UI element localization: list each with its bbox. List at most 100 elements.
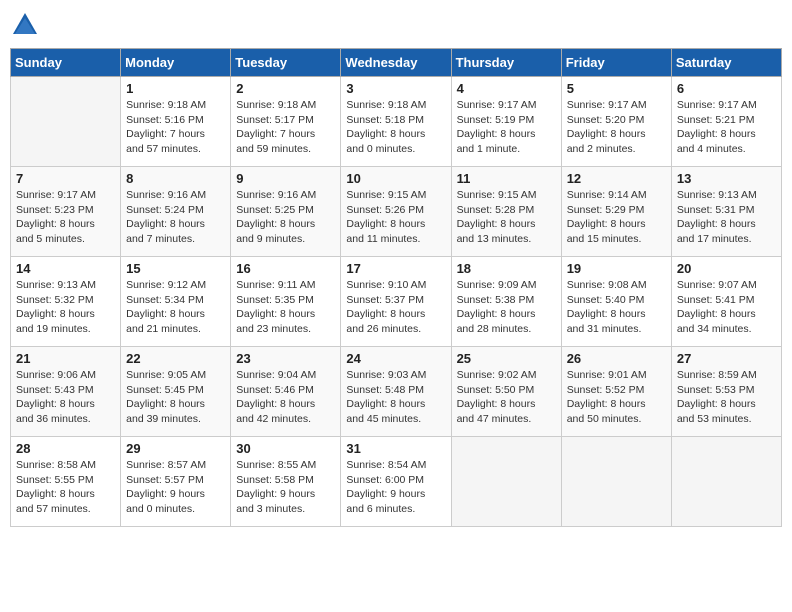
day-info: Sunrise: 8:57 AMSunset: 5:57 PMDaylight:… — [126, 458, 225, 517]
logo-icon — [10, 10, 40, 40]
day-number: 8 — [126, 171, 225, 186]
day-cell: 15 Sunrise: 9:12 AMSunset: 5:34 PMDayligh… — [121, 257, 231, 347]
day-cell: 1 Sunrise: 9:18 AMSunset: 5:16 PMDaylight… — [121, 77, 231, 167]
day-cell: 10 Sunrise: 9:15 AMSunset: 5:26 PMDayligh… — [341, 167, 451, 257]
day-info: Sunrise: 8:58 AMSunset: 5:55 PMDaylight:… — [16, 458, 115, 517]
day-number: 31 — [346, 441, 445, 456]
day-info: Sunrise: 9:12 AMSunset: 5:34 PMDaylight:… — [126, 278, 225, 337]
header-row: SundayMondayTuesdayWednesdayThursdayFrid… — [11, 49, 782, 77]
day-cell — [561, 437, 671, 527]
day-cell: 27 Sunrise: 8:59 AMSunset: 5:53 PMDayligh… — [671, 347, 781, 437]
day-number: 15 — [126, 261, 225, 276]
day-cell: 30 Sunrise: 8:55 AMSunset: 5:58 PMDayligh… — [231, 437, 341, 527]
day-cell: 28Sunrise: 8:58 AMSunset: 5:55 PMDayligh… — [11, 437, 121, 527]
day-info: Sunrise: 9:11 AMSunset: 5:35 PMDaylight:… — [236, 278, 335, 337]
day-info: Sunrise: 8:54 AMSunset: 6:00 PMDaylight:… — [346, 458, 445, 517]
day-info: Sunrise: 9:18 AMSunset: 5:17 PMDaylight:… — [236, 98, 335, 157]
day-cell — [11, 77, 121, 167]
day-info: Sunrise: 8:59 AMSunset: 5:53 PMDaylight:… — [677, 368, 776, 427]
day-info: Sunrise: 9:07 AMSunset: 5:41 PMDaylight:… — [677, 278, 776, 337]
day-info: Sunrise: 9:09 AMSunset: 5:38 PMDaylight:… — [457, 278, 556, 337]
day-cell: 4 Sunrise: 9:17 AMSunset: 5:19 PMDaylight… — [451, 77, 561, 167]
day-number: 29 — [126, 441, 225, 456]
day-info: Sunrise: 9:15 AMSunset: 5:28 PMDaylight:… — [457, 188, 556, 247]
day-cell: 23Sunrise: 9:04 AMSunset: 5:46 PMDayligh… — [231, 347, 341, 437]
day-cell — [671, 437, 781, 527]
day-number: 24 — [346, 351, 445, 366]
day-number: 25 — [457, 351, 556, 366]
day-cell: 26Sunrise: 9:01 AMSunset: 5:52 PMDayligh… — [561, 347, 671, 437]
day-number: 4 — [457, 81, 556, 96]
day-cell: 21 Sunrise: 9:06 AMSunset: 5:43 PMDayligh… — [11, 347, 121, 437]
day-info: Sunrise: 9:03 AMSunset: 5:48 PMDaylight:… — [346, 368, 445, 427]
day-info: Sunrise: 9:02 AMSunset: 5:50 PMDaylight:… — [457, 368, 556, 427]
day-number: 13 — [677, 171, 776, 186]
week-row-1: 1 Sunrise: 9:18 AMSunset: 5:16 PMDaylight… — [11, 77, 782, 167]
day-cell: 20 Sunrise: 9:07 AMSunset: 5:41 PMDayligh… — [671, 257, 781, 347]
day-number: 27 — [677, 351, 776, 366]
day-info: Sunrise: 9:17 AMSunset: 5:19 PMDaylight:… — [457, 98, 556, 157]
day-cell: 19 Sunrise: 9:08 AMSunset: 5:40 PMDayligh… — [561, 257, 671, 347]
day-number: 22 — [126, 351, 225, 366]
day-cell: 3Sunrise: 9:18 AMSunset: 5:18 PMDaylight… — [341, 77, 451, 167]
day-cell: 31 Sunrise: 8:54 AMSunset: 6:00 PMDayligh… — [341, 437, 451, 527]
day-cell: 22 Sunrise: 9:05 AMSunset: 5:45 PMDayligh… — [121, 347, 231, 437]
day-number: 5 — [567, 81, 666, 96]
col-header-wednesday: Wednesday — [341, 49, 451, 77]
day-number: 21 — [16, 351, 115, 366]
day-number: 9 — [236, 171, 335, 186]
day-number: 2 — [236, 81, 335, 96]
day-info: Sunrise: 9:06 AMSunset: 5:43 PMDaylight:… — [16, 368, 115, 427]
day-cell: 7Sunrise: 9:17 AMSunset: 5:23 PMDaylight… — [11, 167, 121, 257]
col-header-friday: Friday — [561, 49, 671, 77]
day-info: Sunrise: 9:16 AMSunset: 5:24 PMDaylight:… — [126, 188, 225, 247]
day-cell: 14Sunrise: 9:13 AMSunset: 5:32 PMDayligh… — [11, 257, 121, 347]
day-number: 17 — [346, 261, 445, 276]
day-number: 30 — [236, 441, 335, 456]
day-info: Sunrise: 8:55 AMSunset: 5:58 PMDaylight:… — [236, 458, 335, 517]
day-number: 1 — [126, 81, 225, 96]
day-info: Sunrise: 9:17 AMSunset: 5:23 PMDaylight:… — [16, 188, 115, 247]
day-info: Sunrise: 9:05 AMSunset: 5:45 PMDaylight:… — [126, 368, 225, 427]
week-row-3: 14Sunrise: 9:13 AMSunset: 5:32 PMDayligh… — [11, 257, 782, 347]
day-info: Sunrise: 9:13 AMSunset: 5:31 PMDaylight:… — [677, 188, 776, 247]
day-cell: 29 Sunrise: 8:57 AMSunset: 5:57 PMDayligh… — [121, 437, 231, 527]
day-info: Sunrise: 9:13 AMSunset: 5:32 PMDaylight:… — [16, 278, 115, 337]
week-row-4: 21 Sunrise: 9:06 AMSunset: 5:43 PMDayligh… — [11, 347, 782, 437]
day-info: Sunrise: 9:14 AMSunset: 5:29 PMDaylight:… — [567, 188, 666, 247]
day-number: 6 — [677, 81, 776, 96]
day-cell: 18 Sunrise: 9:09 AMSunset: 5:38 PMDayligh… — [451, 257, 561, 347]
col-header-thursday: Thursday — [451, 49, 561, 77]
day-number: 12 — [567, 171, 666, 186]
day-cell: 8 Sunrise: 9:16 AMSunset: 5:24 PMDaylight… — [121, 167, 231, 257]
day-cell — [451, 437, 561, 527]
day-cell: 6 Sunrise: 9:17 AMSunset: 5:21 PMDaylight… — [671, 77, 781, 167]
day-info: Sunrise: 9:08 AMSunset: 5:40 PMDaylight:… — [567, 278, 666, 337]
day-number: 10 — [346, 171, 445, 186]
day-number: 23 — [236, 351, 335, 366]
page-header — [10, 10, 782, 40]
day-cell: 25 Sunrise: 9:02 AMSunset: 5:50 PMDayligh… — [451, 347, 561, 437]
day-info: Sunrise: 9:01 AMSunset: 5:52 PMDaylight:… — [567, 368, 666, 427]
day-number: 19 — [567, 261, 666, 276]
week-row-2: 7Sunrise: 9:17 AMSunset: 5:23 PMDaylight… — [11, 167, 782, 257]
day-info: Sunrise: 9:18 AMSunset: 5:16 PMDaylight:… — [126, 98, 225, 157]
week-row-5: 28Sunrise: 8:58 AMSunset: 5:55 PMDayligh… — [11, 437, 782, 527]
day-info: Sunrise: 9:18 AMSunset: 5:18 PMDaylight:… — [346, 98, 445, 157]
day-number: 20 — [677, 261, 776, 276]
day-number: 16 — [236, 261, 335, 276]
day-info: Sunrise: 9:16 AMSunset: 5:25 PMDaylight:… — [236, 188, 335, 247]
day-info: Sunrise: 9:17 AMSunset: 5:21 PMDaylight:… — [677, 98, 776, 157]
col-header-tuesday: Tuesday — [231, 49, 341, 77]
day-cell: 9 Sunrise: 9:16 AMSunset: 5:25 PMDaylight… — [231, 167, 341, 257]
day-number: 18 — [457, 261, 556, 276]
day-info: Sunrise: 9:15 AMSunset: 5:26 PMDaylight:… — [346, 188, 445, 247]
day-cell: 11Sunrise: 9:15 AMSunset: 5:28 PMDayligh… — [451, 167, 561, 257]
col-header-monday: Monday — [121, 49, 231, 77]
col-header-saturday: Saturday — [671, 49, 781, 77]
calendar-table: SundayMondayTuesdayWednesdayThursdayFrid… — [10, 48, 782, 527]
day-cell: 5Sunrise: 9:17 AMSunset: 5:20 PMDaylight… — [561, 77, 671, 167]
day-cell: 16 Sunrise: 9:11 AMSunset: 5:35 PMDayligh… — [231, 257, 341, 347]
col-header-sunday: Sunday — [11, 49, 121, 77]
day-cell: 12 Sunrise: 9:14 AMSunset: 5:29 PMDayligh… — [561, 167, 671, 257]
